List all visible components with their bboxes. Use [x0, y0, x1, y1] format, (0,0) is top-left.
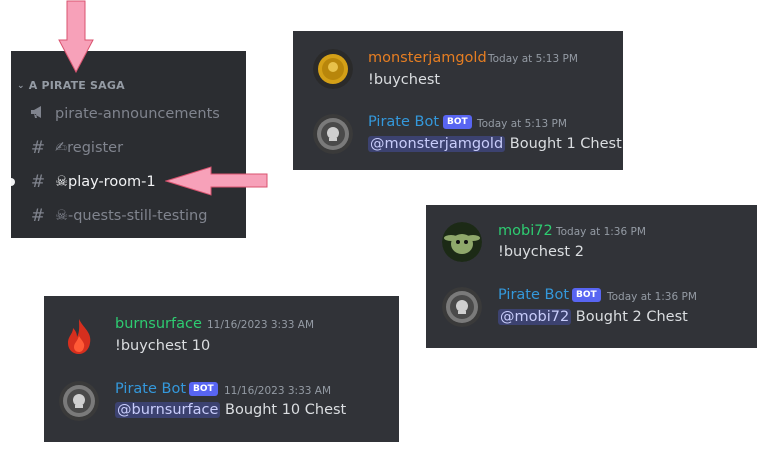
- chat-panel-mobi72: mobi72 Today at 1:36 PM !buychest 2 Pira…: [426, 205, 757, 348]
- hash-icon: #: [30, 138, 46, 158]
- username[interactable]: burnsurface: [115, 316, 202, 332]
- down-arrow-annotation: [58, 0, 94, 74]
- message-text: !buychest: [368, 72, 441, 88]
- username[interactable]: monsterjamgold: [368, 50, 487, 66]
- message-text: Bought 10 Chest: [220, 402, 347, 418]
- bot-message: @burnsurface Bought 10 Chest: [115, 402, 346, 418]
- avatar-pirate-bot[interactable]: [442, 287, 482, 327]
- chat-panel-burnsurface: burnsurface 11/16/2023 3:33 AM !buychest…: [44, 296, 399, 442]
- chat-panel-monsterjamgold: monsterjamgold Today at 5:13 PM !buyches…: [293, 31, 623, 170]
- channel-label: ✍register: [55, 140, 124, 156]
- bot-username[interactable]: Pirate Bot: [115, 381, 186, 397]
- bot-badge: BOT: [443, 115, 472, 129]
- bot-username[interactable]: Pirate Bot: [498, 287, 569, 303]
- user-mention[interactable]: @burnsurface: [115, 402, 221, 418]
- timestamp: Today at 1:36 PM: [556, 226, 646, 238]
- chevron-down-icon: ⌄: [17, 80, 25, 91]
- channel-register[interactable]: # ✍register: [29, 135, 123, 161]
- avatar-mobi72[interactable]: [442, 222, 482, 262]
- hash-icon: #: [30, 206, 46, 226]
- bot-badge: BOT: [189, 382, 218, 396]
- avatar-pirate-bot[interactable]: [313, 114, 353, 154]
- user-mention[interactable]: @monsterjamgold: [368, 136, 506, 152]
- timestamp: 11/16/2023 3:33 AM: [207, 319, 315, 331]
- channel-label: pirate-announcements: [55, 106, 220, 122]
- category-label: A PIRATE SAGA: [28, 79, 125, 92]
- channel-quests-still-testing[interactable]: # ☠-quests-still-testing: [29, 203, 208, 229]
- channel-label: ☠play-room-1: [55, 174, 156, 190]
- bot-badge: BOT: [572, 288, 601, 302]
- user-mention[interactable]: @mobi72: [498, 309, 572, 325]
- bot-message: @mobi72 Bought 2 Chest: [498, 309, 688, 325]
- unread-indicator: [11, 178, 15, 186]
- avatar-gold-coin[interactable]: [313, 49, 353, 89]
- channel-play-room-1[interactable]: # ☠play-room-1: [29, 169, 156, 195]
- username[interactable]: mobi72: [498, 223, 553, 239]
- channel-pirate-announcements[interactable]: pirate-announcements: [29, 101, 220, 127]
- message-text: Bought 1 Chest: [505, 136, 622, 152]
- flame-icon[interactable]: [59, 316, 99, 356]
- bot-username[interactable]: Pirate Bot: [368, 114, 439, 130]
- hash-icon: #: [30, 172, 46, 192]
- message-text: Bought 2 Chest: [571, 309, 688, 325]
- megaphone-icon: [29, 104, 47, 124]
- message-text: !buychest 10: [115, 338, 211, 354]
- timestamp: 11/16/2023 3:33 AM: [224, 385, 332, 397]
- timestamp: Today at 5:13 PM: [488, 53, 578, 65]
- message-text: !buychest 2: [498, 244, 584, 260]
- bot-message: @monsterjamgold Bought 1 Chest: [368, 136, 622, 152]
- timestamp: Today at 1:36 PM: [607, 291, 697, 303]
- left-arrow-annotation: [165, 166, 268, 196]
- avatar-pirate-bot[interactable]: [59, 381, 99, 421]
- category-header[interactable]: ⌄ A PIRATE SAGA: [17, 79, 125, 92]
- channel-label: ☠-quests-still-testing: [55, 208, 208, 224]
- timestamp: Today at 5:13 PM: [477, 118, 567, 130]
- channel-sidebar: ⌄ A PIRATE SAGA pirate-announcements # ✍…: [11, 51, 246, 238]
